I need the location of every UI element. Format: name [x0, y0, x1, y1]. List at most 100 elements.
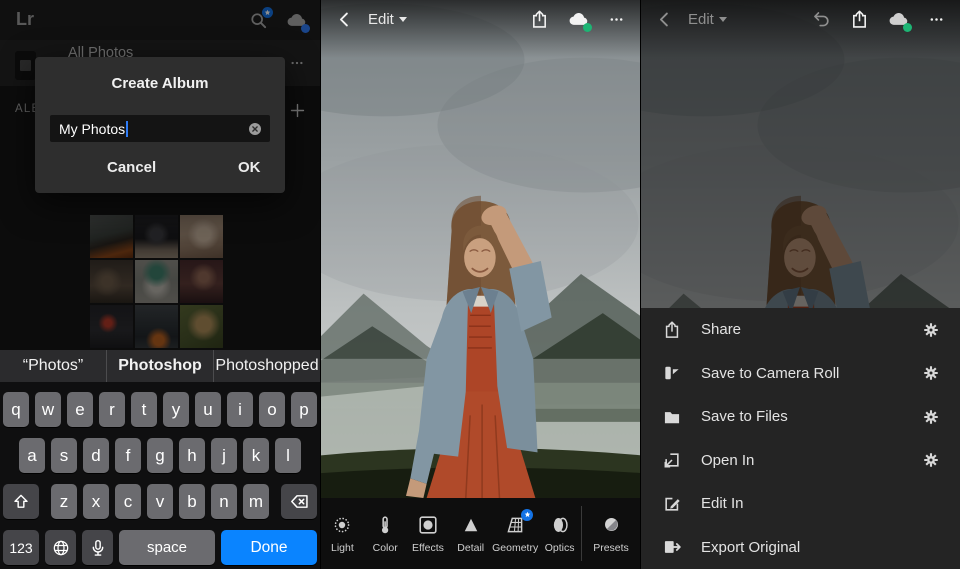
- suggestion-primary[interactable]: Photoshop: [106, 350, 213, 382]
- menu-item-export-original[interactable]: Export Original: [641, 526, 960, 569]
- undo-icon[interactable]: [811, 9, 832, 30]
- edit-mode-dropdown[interactable]: Edit: [368, 11, 407, 28]
- suggestion-quoted[interactable]: “Photos”: [0, 350, 106, 382]
- back-button[interactable]: [655, 10, 674, 29]
- menu-item-edit-in[interactable]: Edit In: [641, 482, 960, 526]
- more-icon[interactable]: [607, 12, 626, 27]
- key-d[interactable]: d: [83, 438, 109, 473]
- share-icon[interactable]: [529, 9, 550, 30]
- shift-key[interactable]: [3, 484, 39, 519]
- create-album-dialog: Create Album My Photos Cancel OK: [35, 57, 285, 193]
- album-name-input[interactable]: My Photos: [50, 115, 270, 142]
- tool-presets[interactable]: Presets: [582, 498, 640, 569]
- edit-panel: Edit Light Color: [320, 0, 640, 569]
- tool-light[interactable]: Light: [321, 498, 364, 569]
- edit-topbar: Edit: [321, 0, 640, 38]
- mic-key[interactable]: [82, 530, 113, 565]
- edit-mode-label: Edit: [688, 11, 714, 28]
- clear-input-icon[interactable]: [247, 121, 263, 142]
- chevron-down-icon: [719, 17, 727, 22]
- key-q[interactable]: q: [3, 392, 29, 427]
- key-z[interactable]: z: [51, 484, 77, 519]
- tool-optics[interactable]: Optics: [538, 498, 581, 569]
- gear-icon[interactable]: [922, 451, 940, 469]
- cancel-button[interactable]: Cancel: [107, 159, 156, 176]
- menu-item-label: Export Original: [701, 539, 800, 556]
- share-menu: Share Save to Camera Roll Save to Files …: [641, 308, 960, 569]
- ios-keyboard: q w e r t y u i o p a s d f g h j k l: [0, 382, 320, 569]
- key-i[interactable]: i: [227, 392, 253, 427]
- key-m[interactable]: m: [243, 484, 269, 519]
- key-h[interactable]: h: [179, 438, 205, 473]
- key-f[interactable]: f: [115, 438, 141, 473]
- library-panel: Lr All Photos ALBUMS: [0, 0, 320, 569]
- key-y[interactable]: y: [163, 392, 189, 427]
- cloud-sync-icon[interactable]: [567, 8, 590, 31]
- tool-geometry[interactable]: Geometry: [492, 498, 538, 569]
- key-t[interactable]: t: [131, 392, 157, 427]
- menu-item-open-in[interactable]: Open In: [641, 439, 960, 483]
- export-icon: [661, 537, 683, 557]
- open-in-icon: [661, 450, 683, 470]
- backspace-key[interactable]: [281, 484, 317, 519]
- globe-key[interactable]: [45, 530, 76, 565]
- key-p[interactable]: p: [291, 392, 317, 427]
- menu-item-label: Edit In: [701, 495, 744, 512]
- key-x[interactable]: x: [83, 484, 109, 519]
- tool-label: Presets: [593, 542, 629, 554]
- key-u[interactable]: u: [195, 392, 221, 427]
- premium-star-badge: [521, 509, 533, 521]
- menu-item-save-camera-roll[interactable]: Save to Camera Roll: [641, 352, 960, 396]
- space-key[interactable]: space: [119, 530, 215, 565]
- chevron-down-icon: [399, 17, 407, 22]
- key-c[interactable]: c: [115, 484, 141, 519]
- edit-mode-dropdown[interactable]: Edit: [688, 11, 727, 28]
- key-v[interactable]: v: [147, 484, 173, 519]
- ok-button[interactable]: OK: [238, 159, 261, 176]
- menu-item-save-files[interactable]: Save to Files: [641, 395, 960, 439]
- share-panel: Edit Share Save to Camera Ro: [640, 0, 960, 569]
- menu-item-label: Open In: [701, 452, 754, 469]
- tool-effects[interactable]: Effects: [407, 498, 450, 569]
- edit-toolbar: Light Color Effects Detail Geometry: [321, 498, 640, 569]
- tool-color[interactable]: Color: [364, 498, 407, 569]
- numbers-key[interactable]: 123: [3, 530, 39, 565]
- key-o[interactable]: o: [259, 392, 285, 427]
- key-e[interactable]: e: [67, 392, 93, 427]
- tool-label: Geometry: [492, 542, 538, 554]
- lightroom-triptych: Lr All Photos ALBUMS: [0, 0, 960, 569]
- cloud-sync-icon[interactable]: [887, 8, 910, 31]
- key-a[interactable]: a: [19, 438, 45, 473]
- key-n[interactable]: n: [211, 484, 237, 519]
- key-r[interactable]: r: [99, 392, 125, 427]
- menu-item-share[interactable]: Share: [641, 308, 960, 352]
- keyboard-suggestion-bar: “Photos” Photoshop Photoshopped: [0, 350, 320, 382]
- suggestion-alt[interactable]: Photoshopped: [213, 350, 320, 382]
- key-l[interactable]: l: [275, 438, 301, 473]
- key-k[interactable]: k: [243, 438, 269, 473]
- sync-status-dot: [583, 23, 592, 32]
- edit-photo[interactable]: [321, 0, 640, 498]
- more-icon[interactable]: [927, 12, 946, 27]
- text-cursor: [126, 121, 128, 137]
- gear-icon[interactable]: [922, 321, 940, 339]
- menu-item-label: Share: [701, 321, 741, 338]
- key-g[interactable]: g: [147, 438, 173, 473]
- back-button[interactable]: [335, 10, 354, 29]
- album-name-value: My Photos: [59, 121, 125, 137]
- edit-in-icon: [661, 494, 683, 514]
- tool-label: Light: [331, 542, 354, 554]
- key-j[interactable]: j: [211, 438, 237, 473]
- gear-icon[interactable]: [922, 408, 940, 426]
- key-w[interactable]: w: [35, 392, 61, 427]
- tool-label: Color: [373, 542, 398, 554]
- key-s[interactable]: s: [51, 438, 77, 473]
- share-icon[interactable]: [849, 9, 870, 30]
- sync-status-dot: [903, 23, 912, 32]
- gear-icon[interactable]: [922, 364, 940, 382]
- tool-detail[interactable]: Detail: [449, 498, 492, 569]
- menu-item-label: Save to Files: [701, 408, 788, 425]
- done-key[interactable]: Done: [221, 530, 317, 565]
- key-b[interactable]: b: [179, 484, 205, 519]
- folder-icon: [661, 407, 683, 427]
